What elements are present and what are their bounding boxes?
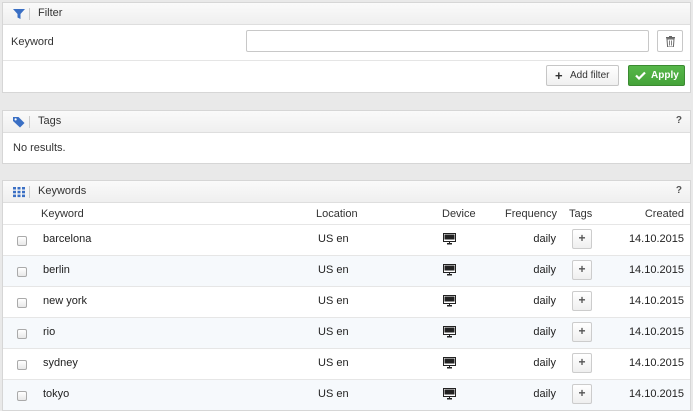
keyword-cell: barcelona (43, 233, 92, 245)
location-cell: US en (318, 357, 349, 369)
filter-panel: Filter Keyword + Add filter Apply (2, 2, 691, 93)
tags-help-icon[interactable]: ? (676, 115, 682, 126)
add-tag-button[interactable]: + (572, 260, 592, 280)
keyword-cell: rio (43, 326, 56, 338)
add-tag-button[interactable]: + (572, 229, 592, 249)
frequency-cell: daily (533, 357, 556, 369)
created-cell: 14.10.2015 (628, 264, 684, 276)
table-row[interactable]: tokyo US en daily + 14.10.2015 (3, 379, 690, 410)
plus-icon: + (555, 68, 563, 83)
desktop-icon (443, 388, 456, 400)
keyword-cell: berlin (43, 264, 70, 276)
created-cell: 14.10.2015 (628, 326, 684, 338)
table-row[interactable]: new york US en daily + 14.10.2015 (3, 286, 690, 317)
table-row[interactable]: barcelona US en daily + 14.10.2015 (3, 224, 690, 255)
frequency-cell: daily (533, 388, 556, 400)
tags-empty-text: No results. (13, 142, 66, 154)
tags-panel-title: Tags (38, 115, 62, 127)
location-cell: US en (318, 388, 349, 400)
add-tag-button[interactable]: + (572, 291, 592, 311)
frequency-cell: daily (533, 264, 556, 276)
row-checkbox[interactable] (17, 267, 27, 277)
table-row[interactable]: berlin US en daily + 14.10.2015 (3, 255, 690, 286)
column-header-frequency[interactable]: Frequency (505, 208, 557, 220)
table-row[interactable]: sydney US en daily + 14.10.2015 (3, 348, 690, 379)
row-checkbox[interactable] (17, 360, 27, 370)
filter-divider (3, 60, 690, 61)
column-header-location[interactable]: Location (316, 208, 358, 220)
frequency-cell: daily (533, 295, 556, 307)
location-cell: US en (318, 233, 349, 245)
header-divider (29, 8, 30, 20)
tags-panel-header: Tags ? (3, 111, 690, 133)
check-icon (635, 71, 646, 80)
created-cell: 14.10.2015 (628, 233, 684, 245)
desktop-icon (443, 233, 456, 245)
keyword-cell: tokyo (43, 388, 70, 400)
apply-button[interactable]: Apply (628, 65, 685, 86)
desktop-icon (443, 357, 456, 369)
row-checkbox[interactable] (17, 236, 27, 246)
keyword-cell: new york (43, 295, 88, 307)
keywords-help-icon[interactable]: ? (676, 185, 682, 196)
frequency-cell: daily (533, 233, 556, 245)
column-header-tags: Tags (569, 208, 593, 220)
keyword-label: Keyword (11, 36, 54, 48)
column-header-keyword[interactable]: Keyword (41, 208, 84, 220)
add-tag-button[interactable]: + (572, 353, 592, 373)
add-filter-label: Add filter (570, 70, 610, 81)
created-cell: 14.10.2015 (628, 388, 684, 400)
created-cell: 14.10.2015 (628, 357, 684, 369)
tag-icon (13, 117, 25, 128)
row-checkbox[interactable] (17, 298, 27, 308)
desktop-icon (443, 326, 456, 338)
trash-icon (666, 36, 675, 47)
column-header-device[interactable]: Device (442, 208, 476, 220)
filter-icon (13, 9, 25, 19)
created-cell: 14.10.2015 (628, 295, 684, 307)
keywords-panel-title: Keywords (38, 185, 87, 197)
tags-panel: Tags ? No results. (2, 110, 691, 164)
location-cell: US en (318, 264, 349, 276)
location-cell: US en (318, 295, 349, 307)
clear-keyword-button[interactable] (657, 30, 683, 52)
add-tag-button[interactable]: + (572, 322, 592, 342)
filter-panel-header: Filter (3, 3, 690, 25)
add-filter-button[interactable]: + Add filter (546, 65, 619, 86)
keywords-panel-header: Keywords ? (3, 181, 690, 203)
add-tag-button[interactable]: + (572, 384, 592, 404)
desktop-icon (443, 264, 456, 276)
header-divider (29, 186, 30, 198)
keywords-panel: Keywords ? Keyword Location Device Frequ… (2, 180, 691, 411)
header-divider (29, 116, 30, 128)
column-header-created[interactable]: Created (645, 208, 684, 220)
apply-label: Apply (651, 70, 679, 81)
desktop-icon (443, 295, 456, 307)
row-checkbox[interactable] (17, 391, 27, 401)
frequency-cell: daily (533, 326, 556, 338)
keyword-input[interactable] (246, 30, 649, 52)
location-cell: US en (318, 326, 349, 338)
table-row[interactable]: rio US en daily + 14.10.2015 (3, 317, 690, 348)
filter-panel-title: Filter (38, 7, 63, 19)
keyword-cell: sydney (43, 357, 78, 369)
grid-icon (13, 187, 25, 198)
row-checkbox[interactable] (17, 329, 27, 339)
